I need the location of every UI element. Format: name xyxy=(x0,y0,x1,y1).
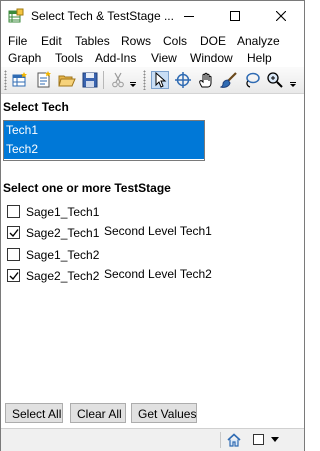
menu-help[interactable]: Help xyxy=(247,51,272,65)
menu-cols[interactable]: Cols xyxy=(163,34,187,48)
teststage-description: Second Level Tech1 xyxy=(104,224,212,238)
checkmark-icon xyxy=(9,272,19,281)
title-bar: Select Tech & TestStage ... xyxy=(1,1,304,31)
menu-edit[interactable]: Edit xyxy=(41,34,62,48)
hand-icon[interactable] xyxy=(197,71,215,89)
tech-listbox[interactable]: Tech1 Tech2 xyxy=(3,120,205,161)
home-icon[interactable] xyxy=(227,433,241,447)
close-button[interactable] xyxy=(258,1,304,31)
window-list-icon[interactable] xyxy=(253,434,264,445)
open-folder-icon[interactable] xyxy=(58,71,76,89)
tech-list-item[interactable]: Tech1 xyxy=(4,121,204,140)
crosshair-icon[interactable] xyxy=(174,71,192,89)
toolbar-grip[interactable] xyxy=(143,70,146,90)
toolbar-grip[interactable] xyxy=(4,70,7,90)
teststage-label: Sage1_Tech1 xyxy=(26,205,100,219)
new-script-icon[interactable] xyxy=(35,71,53,89)
toolbar-separator xyxy=(103,71,104,89)
magnifier-icon[interactable] xyxy=(266,71,284,89)
teststage-checkbox[interactable] xyxy=(7,205,20,218)
status-divider xyxy=(220,432,221,448)
teststage-label: Sage2_Tech2 xyxy=(26,269,100,283)
clear-all-button[interactable]: Clear All xyxy=(70,403,126,423)
window-title: Select Tech & TestStage ... xyxy=(31,9,174,23)
button-row: Select All Clear All Get Values xyxy=(1,399,304,427)
teststage-checkbox[interactable] xyxy=(7,226,20,239)
menu-view[interactable]: View xyxy=(151,51,177,65)
teststage-label: Sage2_Tech1 xyxy=(26,226,100,240)
dialog-content: Select Tech Tech1 Tech2 Select one or mo… xyxy=(1,94,304,428)
cut-icon[interactable] xyxy=(109,71,127,89)
tech-list-item[interactable]: Tech2 xyxy=(4,140,204,159)
select-tech-heading: Select Tech xyxy=(3,100,69,114)
menu-tools[interactable]: Tools xyxy=(55,51,83,65)
teststage-description: Second Level Tech2 xyxy=(104,267,212,281)
teststage-checkbox[interactable] xyxy=(7,248,20,261)
menu-doe[interactable]: DOE xyxy=(200,34,226,48)
window: Select Tech & TestStage ... File Edit Ta… xyxy=(0,0,305,451)
status-bar xyxy=(1,428,304,451)
menu-window[interactable]: Window xyxy=(190,51,233,65)
minimize-button[interactable] xyxy=(166,1,212,31)
select-all-button[interactable]: Select All xyxy=(5,403,63,423)
teststage-checkbox[interactable] xyxy=(7,269,20,282)
toolbar-overflow-chevron-icon[interactable] xyxy=(129,71,137,89)
menu-add-ins[interactable]: Add-Ins xyxy=(95,51,136,65)
menu-tables[interactable]: Tables xyxy=(75,34,110,48)
menu-file[interactable]: File xyxy=(8,34,27,48)
teststage-label: Sage1_Tech2 xyxy=(26,248,100,262)
checkmark-icon xyxy=(9,229,19,238)
toolbar-overflow-chevron-icon[interactable] xyxy=(289,71,297,89)
app-icon xyxy=(8,8,24,24)
maximize-button[interactable] xyxy=(212,1,258,31)
menu-graph[interactable]: Graph xyxy=(8,51,41,65)
menu-analyze[interactable]: Analyze xyxy=(237,34,280,48)
toolbar xyxy=(1,67,304,94)
get-values-button[interactable]: Get Values xyxy=(131,403,197,423)
teststage-heading: Select one or more TestStage xyxy=(3,181,171,195)
chevron-down-icon[interactable] xyxy=(271,437,279,442)
menu-rows[interactable]: Rows xyxy=(121,34,151,48)
save-icon[interactable] xyxy=(81,71,99,89)
lasso-icon[interactable] xyxy=(243,71,261,89)
menu-bar: File Edit Tables Rows Cols DOE Analyze G… xyxy=(1,31,304,67)
arrow-select-icon[interactable] xyxy=(151,71,169,89)
new-table-icon[interactable] xyxy=(11,71,29,89)
brush-icon[interactable] xyxy=(220,71,238,89)
